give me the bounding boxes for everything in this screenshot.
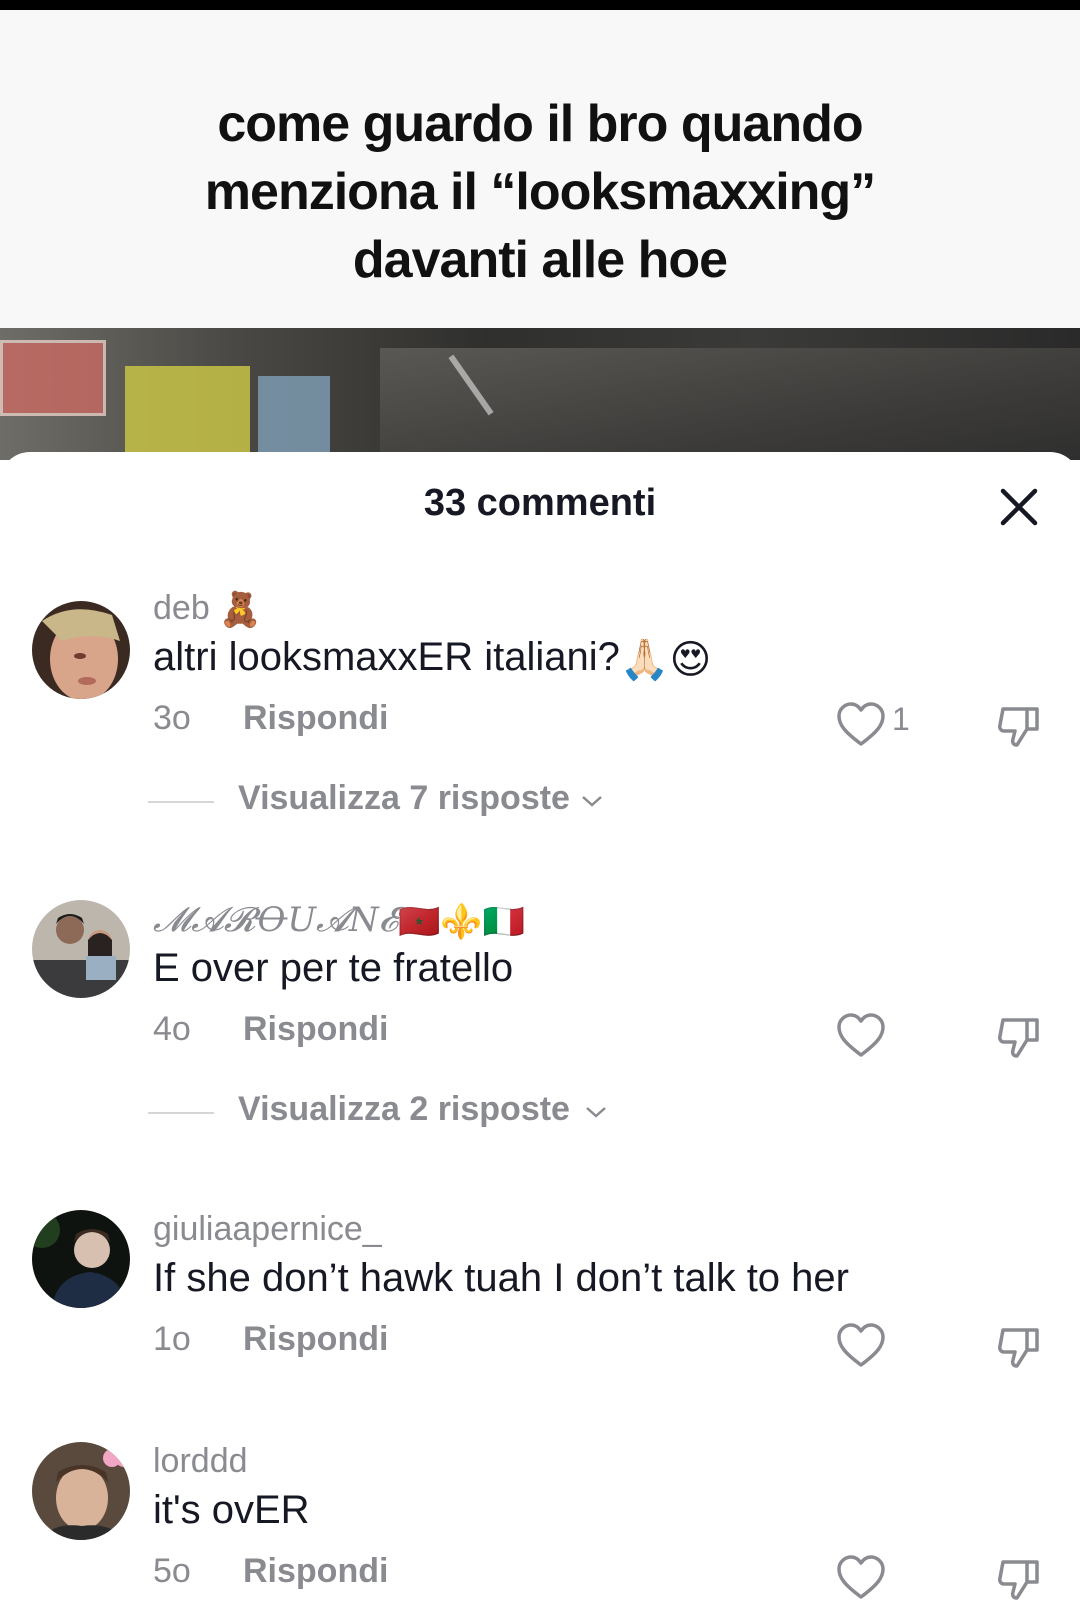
caption-line: come guardo il bro quando [217, 95, 863, 153]
username-text: 𝓜𝓐𝓡ꝊU𝓐N𝓔 [153, 900, 399, 940]
video-sign [0, 340, 106, 416]
thumbs-down-icon[interactable] [995, 701, 1043, 749]
video-player[interactable]: come guardo il bro quando menziona il “l… [0, 10, 1080, 460]
reply-button[interactable]: Rispondi [243, 1552, 388, 1591]
comment-username[interactable]: deb 🧸 [153, 589, 262, 630]
comment-username[interactable]: 𝓜𝓐𝓡ꝊU𝓐N𝓔🇲🇦⚜️🇮🇹 [153, 900, 525, 942]
avatar[interactable] [32, 601, 130, 699]
heart-icon[interactable] [835, 701, 887, 749]
status-bar-edge [0, 0, 1080, 10]
avatar[interactable] [32, 1442, 130, 1540]
video-sign [258, 376, 330, 456]
comments-count-title: 33 commenti [423, 482, 657, 524]
replies-divider [148, 1112, 214, 1114]
thumbs-down-icon[interactable] [995, 1322, 1043, 1370]
comment-text: E over per te fratello [153, 946, 514, 990]
reply-button[interactable]: Rispondi [243, 1320, 388, 1359]
comment-timestamp: 4o [153, 1010, 191, 1048]
video-sign [125, 366, 250, 460]
close-icon[interactable] [994, 482, 1044, 532]
chevron-down-icon [586, 1107, 606, 1118]
reply-button[interactable]: Rispondi [243, 699, 388, 738]
comment-text: altri looksmaxxER italiani?🙏🏻😍 [153, 635, 711, 683]
comment-timestamp: 3o [153, 699, 191, 737]
thumbs-down-icon[interactable] [995, 1012, 1043, 1060]
heart-icon[interactable] [835, 1554, 887, 1602]
caption-line: davanti alle hoe [352, 231, 728, 289]
like-count: 1 [892, 701, 910, 737]
avatar[interactable] [32, 900, 130, 998]
reply-button[interactable]: Rispondi [243, 1010, 388, 1049]
heart-icon[interactable] [835, 1322, 887, 1370]
comment-timestamp: 5o [153, 1552, 191, 1590]
caption-line: menziona il “looksmaxxing” [204, 163, 876, 221]
video-frame [0, 328, 1080, 460]
replies-divider [148, 801, 214, 803]
comment-timestamp: 1o [153, 1320, 191, 1358]
thumbs-down-icon[interactable] [995, 1554, 1043, 1602]
username-text: deb [153, 589, 210, 627]
avatar[interactable] [32, 1210, 130, 1308]
teddy-bear-emoji: 🧸 [219, 591, 262, 630]
pray-heart-eyes-emoji: 🙏🏻😍 [619, 637, 712, 682]
comment-text: it's ovER [153, 1488, 310, 1532]
view-replies-label: Visualizza 7 risposte [238, 779, 570, 817]
comment-username[interactable]: lorddd [153, 1442, 248, 1481]
video-caption: come guardo il bro quando menziona il “l… [0, 90, 1080, 294]
comments-sheet: 33 commenti deb 🧸 altri looksmaxxER ital… [0, 452, 1080, 1610]
comment-username[interactable]: giuliaapernice_ [153, 1210, 382, 1249]
chevron-down-icon [582, 796, 602, 807]
flags-emoji: 🇲🇦⚜️🇮🇹 [398, 902, 526, 942]
comment-text: If she don’t hawk tuah I don’t talk to h… [153, 1256, 849, 1300]
heart-icon[interactable] [835, 1012, 887, 1060]
view-replies-label: Visualizza 2 risposte [238, 1090, 570, 1128]
comment-text-body: altri looksmaxxER italiani? [153, 635, 620, 679]
